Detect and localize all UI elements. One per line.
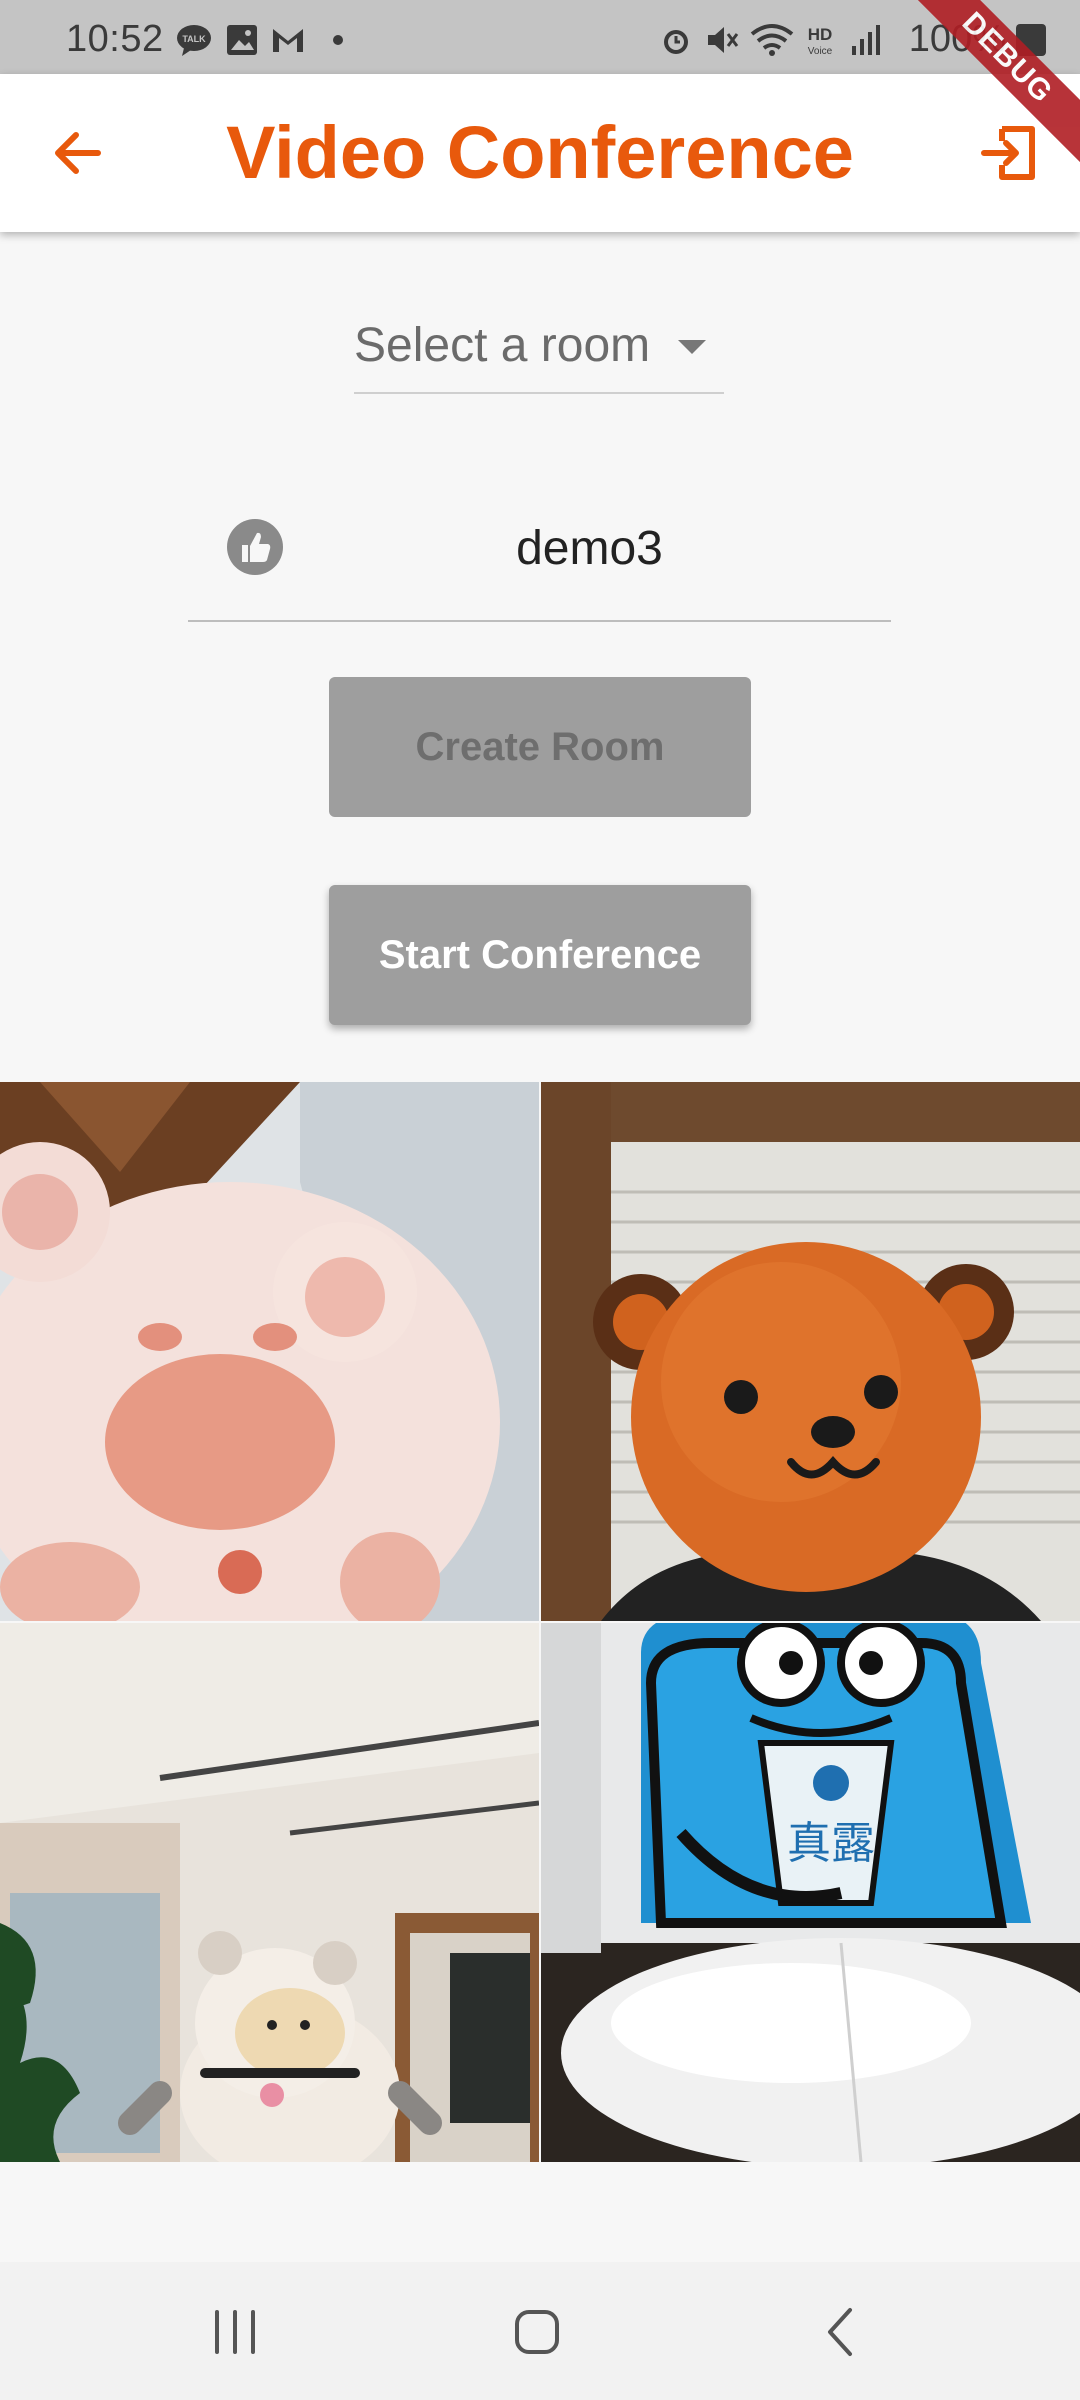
video-feed-orange-bear	[541, 1082, 1080, 1621]
image-icon	[227, 25, 257, 55]
video-feed-frog-box: 真露	[541, 1623, 1080, 2162]
video-tile-4[interactable]: 真露	[541, 1623, 1080, 2162]
wifi-icon	[750, 24, 794, 56]
video-tile-3[interactable]	[0, 1623, 539, 2162]
page-title: Video Conference	[226, 111, 854, 194]
svg-text:HD: HD	[808, 25, 833, 44]
start-conference-button[interactable]: Start Conference	[329, 885, 751, 1025]
back-icon[interactable]	[800, 2292, 880, 2372]
dot-icon	[333, 35, 343, 45]
hd-voice-icon: HD Voice	[808, 25, 833, 57]
video-tile-1[interactable]	[0, 1082, 539, 1621]
gmail-icon	[273, 29, 303, 52]
home-icon[interactable]	[497, 2292, 577, 2372]
system-nav-bar	[0, 2262, 1080, 2400]
talk-icon: TALK	[177, 25, 211, 56]
room-select-dropdown[interactable]: Select a room	[354, 300, 724, 394]
recents-icon[interactable]	[195, 2292, 275, 2372]
svg-text:Voice: Voice	[808, 46, 833, 57]
video-feed-plush-in-room	[0, 1623, 539, 2162]
status-bar: 10:52 TALK HD Voice 100%	[0, 0, 1080, 74]
alarm-icon	[664, 30, 688, 54]
thumbs-up-icon	[227, 519, 283, 575]
create-room-button[interactable]: Create Room	[329, 677, 751, 817]
chevron-down-icon	[678, 340, 706, 354]
video-tile-2[interactable]	[541, 1082, 1080, 1621]
room-name-field[interactable]	[188, 480, 891, 622]
room-name-input[interactable]	[288, 512, 891, 584]
svg-text:真露: 真露	[787, 1818, 875, 1869]
status-time: 10:52	[66, 18, 164, 60]
video-grid: 真露	[0, 1082, 1080, 2162]
exit-icon[interactable]	[978, 121, 1042, 185]
video-feed-pink-bear	[0, 1082, 539, 1621]
room-select-label: Select a room	[354, 319, 651, 372]
mute-icon	[708, 27, 739, 53]
svg-text:TALK: TALK	[182, 34, 206, 44]
app-bar: Video Conference	[0, 74, 1080, 232]
signal-icon	[852, 25, 880, 55]
